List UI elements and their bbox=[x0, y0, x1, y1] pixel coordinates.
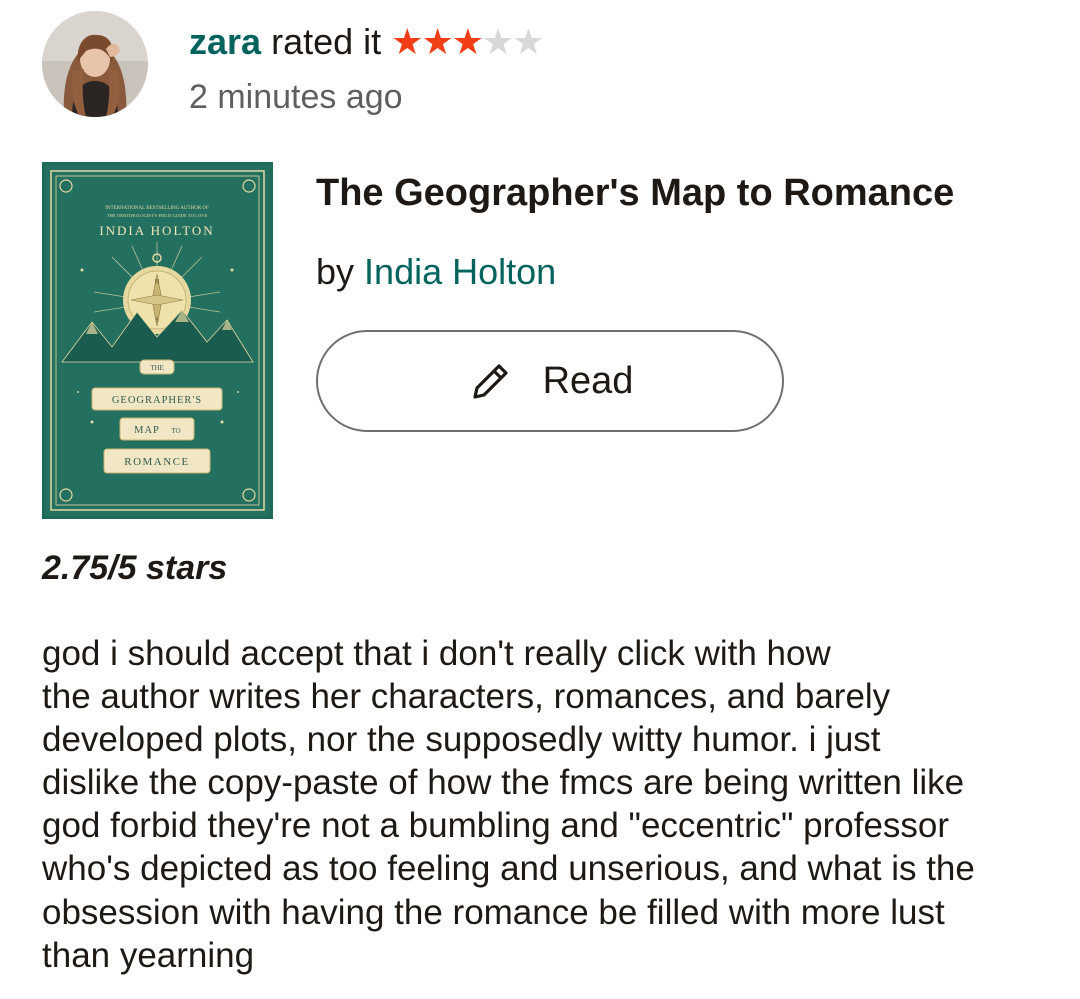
compass-s: S bbox=[155, 316, 159, 324]
cover-tagline-2: THE ORNITHOLOGIST'S FIELD GUIDE TO LOVE bbox=[107, 213, 208, 218]
timestamp[interactable]: 2 minutes ago bbox=[189, 74, 403, 120]
author-link[interactable]: India Holton bbox=[364, 251, 556, 292]
cover-tagline-1: INTERNATIONAL BESTSELLING AUTHOR OF bbox=[105, 206, 209, 211]
cover-the: THE bbox=[150, 364, 164, 372]
star-filled-icon: ★ bbox=[391, 22, 423, 63]
review-rating: 2.75/5 stars bbox=[42, 549, 228, 587]
cover-line-2a: MAP bbox=[134, 425, 160, 436]
review-line: dislike the copy-paste of how the fmcs a… bbox=[42, 763, 965, 803]
cover-line-3: ROMANCE bbox=[124, 456, 190, 468]
book-cover[interactable]: INTERNATIONAL BESTSELLING AUTHOR OF THE … bbox=[42, 162, 273, 519]
book-title-link[interactable]: The Geographer's Map to Romance bbox=[316, 166, 954, 220]
read-button-label: Read bbox=[542, 359, 634, 402]
star-filled-icon: ★ bbox=[451, 22, 484, 63]
pencil-icon bbox=[467, 357, 515, 405]
star-empty-icon: ★ bbox=[512, 22, 544, 63]
star-filled-icon: ★ bbox=[421, 22, 453, 63]
cover-author: INDIA HOLTON bbox=[99, 223, 214, 238]
compass-n: N bbox=[154, 278, 159, 286]
cover-line-1: GEOGRAPHER'S bbox=[112, 395, 202, 406]
cover-line-2b: TO bbox=[171, 427, 180, 435]
activity-line: zara rated it ★★★★★ bbox=[189, 18, 545, 67]
review-line: than yearning bbox=[42, 935, 255, 975]
book-author-line: by India Holton bbox=[316, 246, 556, 298]
review-line: god forbid they're not a bumbling and "e… bbox=[42, 806, 950, 846]
star-empty-icon: ★ bbox=[482, 22, 514, 63]
review-line: the author writes her characters, romanc… bbox=[42, 677, 891, 717]
user-avatar-photo-icon bbox=[42, 11, 148, 117]
review-line: obsession with having the romance be fil… bbox=[42, 892, 945, 932]
user-rating-stars: ★★★★★ bbox=[391, 19, 544, 67]
review-line: developed plots, nor the supposedly witt… bbox=[42, 720, 881, 760]
read-button[interactable]: Read bbox=[316, 330, 784, 432]
review-line: god i should accept that i don't really … bbox=[42, 634, 831, 673]
user-avatar[interactable] bbox=[42, 11, 148, 117]
by-label: by bbox=[316, 251, 355, 292]
review-body: god i should accept that i don't really … bbox=[42, 632, 1052, 977]
review-line: who's depicted as too feeling and unseri… bbox=[42, 849, 975, 889]
username-link[interactable]: zara bbox=[189, 21, 261, 62]
action-text: rated it bbox=[271, 21, 382, 62]
book-cover-image: INTERNATIONAL BESTSELLING AUTHOR OF THE … bbox=[42, 162, 273, 519]
